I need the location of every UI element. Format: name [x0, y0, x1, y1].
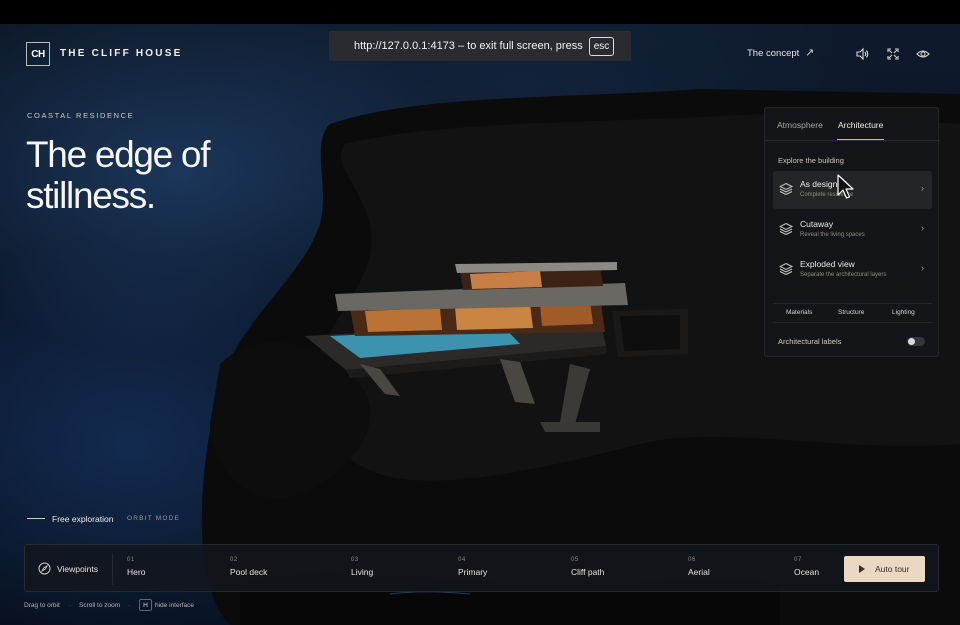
section-title: Explore the building [778, 156, 844, 165]
mode-name: Cutaway [800, 219, 834, 229]
architecture-panel: Atmosphere Architecture Explore the buil… [764, 107, 940, 357]
viewpoint-number: 03 [351, 557, 359, 563]
layer-filters: Materials Structure Lighting [773, 303, 932, 323]
fullscreen-notice: http://127.0.0.1:4173 – to exit full scr… [329, 31, 631, 61]
chevron-right-icon: › [921, 223, 924, 233]
chevron-right-icon: › [921, 183, 924, 193]
fullscreen-message: http://127.0.0.1:4173 – to exit full scr… [354, 40, 583, 52]
viewpoint-cliff-path[interactable]: 05 Cliff path [571, 557, 604, 577]
hint-separator: · [69, 602, 72, 609]
exploration-label: Free exploration [52, 514, 114, 524]
layers-icon [779, 222, 793, 236]
panel-tabs: Atmosphere Architecture [765, 108, 940, 141]
viewpoint-name: Hero [127, 567, 146, 577]
viewpoints-label: Viewpoints [57, 564, 98, 574]
layer-structure-button[interactable]: Structure [838, 309, 864, 316]
hint-key: H [139, 599, 152, 611]
hero-title-line-1: The edge of [26, 134, 210, 175]
logo[interactable]: CH [26, 42, 50, 66]
layer-lighting-button[interactable]: Lighting [892, 309, 915, 316]
labels-toggle-label: Architectural labels [778, 337, 842, 346]
auto-tour-button[interactable]: Auto tour [844, 556, 925, 582]
hero-title-line-2: stillness. [26, 175, 156, 216]
hint-separator: · [128, 602, 131, 609]
auto-tour-label: Auto tour [875, 564, 910, 574]
concept-link[interactable]: The concept [747, 48, 799, 59]
eye-icon[interactable] [916, 47, 930, 61]
fullscreen-icon[interactable] [886, 47, 900, 61]
divider [112, 553, 113, 585]
layers-icon [779, 262, 793, 276]
compass-icon [38, 562, 51, 575]
hint-drag: Drag to orbit [24, 602, 60, 609]
viewpoint-living[interactable]: 03 Living [351, 557, 373, 577]
viewpoint-name: Pool deck [230, 567, 268, 577]
layer-materials-button[interactable]: Materials [786, 309, 812, 316]
play-icon [859, 565, 865, 573]
tab-atmosphere[interactable]: Atmosphere [777, 120, 823, 130]
mode-exploded-view[interactable]: Exploded view Separate the architectural… [773, 251, 932, 289]
mouse-cursor-icon [837, 174, 854, 199]
exploration-line [27, 518, 45, 519]
viewpoint-number: 01 [127, 557, 135, 563]
layers-icon [779, 182, 793, 196]
viewpoint-primary[interactable]: 04 Primary [458, 557, 487, 577]
viewpoint-number: 06 [688, 557, 696, 563]
viewpoint-name: Ocean [794, 567, 820, 577]
mode-name: Exploded view [800, 259, 855, 269]
mode-description: Reveal the living spaces [800, 232, 865, 238]
viewpoint-number: 05 [571, 557, 579, 563]
viewpoint-aerial[interactable]: 06 Aerial [688, 557, 710, 577]
hero-eyebrow: COASTAL RESIDENCE [27, 111, 135, 120]
speaker-icon[interactable] [855, 47, 869, 61]
chevron-right-icon: › [921, 263, 924, 273]
hint-scroll: Scroll to zoom [79, 602, 121, 609]
hint-hide: hide interface [155, 602, 195, 609]
orbit-mode-label: ORBIT MODE [127, 515, 181, 522]
arrow-up-right-icon[interactable]: ↗ [805, 46, 814, 59]
viewpoint-number: 07 [794, 557, 802, 563]
viewpoint-name: Cliff path [571, 567, 605, 577]
viewpoint-name: Living [351, 567, 374, 577]
viewpoint-number: 04 [458, 557, 466, 563]
brand-name[interactable]: THE CLIFF HOUSE [60, 48, 182, 59]
hero-title: The edge of stillness. [26, 134, 286, 216]
labels-toggle[interactable] [907, 337, 925, 346]
viewpoint-name: Aerial [688, 567, 710, 577]
viewpoint-pool-deck[interactable]: 02 Pool deck [230, 557, 267, 577]
screen-top-bar [0, 0, 960, 24]
mode-cutaway[interactable]: Cutaway Reveal the living spaces › [773, 211, 932, 249]
tab-architecture[interactable]: Architecture [838, 120, 883, 130]
viewpoint-name: Primary [458, 567, 488, 577]
toggle-knob [908, 338, 915, 345]
viewpoints-bar: Viewpoints 01 Hero 02 Pool deck 03 Livin… [24, 544, 939, 592]
viewpoint-ocean[interactable]: 07 Ocean [794, 557, 819, 577]
esc-key: esc [588, 36, 615, 56]
viewpoint-hero[interactable]: 01 Hero [127, 557, 145, 577]
mode-description: Separate the architectural layers [800, 272, 887, 278]
viewpoint-number: 02 [230, 557, 238, 563]
active-tab-indicator [837, 139, 884, 140]
